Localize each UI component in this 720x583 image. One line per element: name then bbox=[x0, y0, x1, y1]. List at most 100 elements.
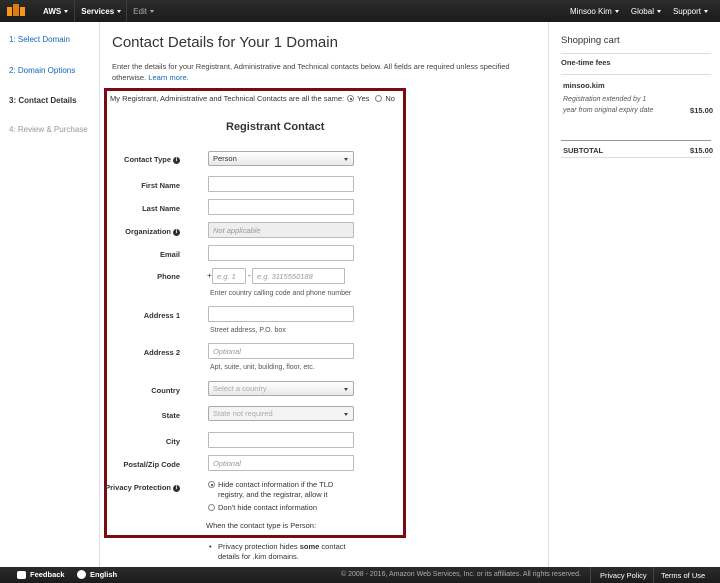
phone-number-input[interactable]: e.g. 3115550188 bbox=[252, 268, 345, 284]
cart-divider bbox=[561, 140, 711, 141]
city-input[interactable] bbox=[208, 432, 354, 448]
privacy-bullet-pre: Privacy protection hides bbox=[218, 542, 300, 551]
contact-type-label-text: Contact Type bbox=[124, 155, 171, 164]
organization-label: Organization i bbox=[85, 227, 180, 236]
chevron-down-icon bbox=[656, 9, 661, 13]
same-no-label[interactable]: No bbox=[385, 94, 395, 103]
privacy-policy-link[interactable]: Privacy Policy bbox=[600, 571, 647, 580]
contact-type-value: Person bbox=[213, 154, 237, 163]
terms-of-use-link[interactable]: Terms of Use bbox=[661, 571, 705, 580]
user-menu[interactable]: Minsoo Kim bbox=[570, 7, 619, 16]
step-contact-details: 3: Contact Details bbox=[9, 96, 77, 105]
country-select[interactable]: Select a country bbox=[208, 381, 354, 396]
support-menu-label: Support bbox=[672, 6, 701, 16]
copyright: © 2008 - 2016, Amazon Web Services, Inc.… bbox=[341, 571, 581, 578]
cart-divider bbox=[561, 157, 711, 158]
city-label: City bbox=[165, 437, 180, 446]
top-nav: AWS Services Edit Minsoo Kim Global Supp… bbox=[0, 0, 720, 22]
step-review-purchase: 4: Review & Purchase bbox=[9, 125, 88, 134]
cart-subtotal-label: SUBTOTAL bbox=[563, 146, 604, 155]
step-domain-options[interactable]: 2: Domain Options bbox=[9, 66, 75, 75]
footer-divider bbox=[590, 567, 591, 583]
footer-divider bbox=[653, 567, 654, 583]
cart-item-desc: Registration extended by 1 year from ori… bbox=[563, 96, 654, 114]
chevron-down-icon bbox=[344, 413, 348, 416]
edit-menu[interactable]: Edit bbox=[133, 7, 154, 16]
privacy-hide-label[interactable]: Hide contact information if the TLD regi… bbox=[218, 480, 348, 500]
same-contacts-label: My Registrant, Administrative and Techni… bbox=[110, 94, 345, 103]
privacy-bullet: Privacy protection hides some contact de… bbox=[209, 542, 368, 562]
cart-title: Shopping cart bbox=[561, 35, 620, 46]
same-no-radio[interactable] bbox=[375, 95, 383, 102]
contact-type-label: Contact Type i bbox=[85, 155, 180, 164]
user-menu-label: Minsoo Kim bbox=[570, 6, 612, 16]
region-menu-label: Global bbox=[630, 6, 654, 16]
first-name-input[interactable] bbox=[208, 176, 354, 192]
cart-domain: minsoo.kim bbox=[563, 81, 605, 90]
same-yes-label[interactable]: Yes bbox=[357, 94, 369, 103]
address1-label: Address 1 bbox=[143, 311, 180, 320]
edit-menu-label: Edit bbox=[133, 6, 147, 16]
email-input[interactable] bbox=[208, 245, 354, 261]
aws-cube-icon[interactable] bbox=[7, 4, 25, 18]
feedback-icon bbox=[17, 570, 26, 579]
privacy-hide-radio[interactable] bbox=[208, 481, 215, 488]
step-select-domain[interactable]: 1: Select Domain bbox=[9, 35, 70, 44]
privacy-hide-option[interactable]: Hide contact information if the TLD regi… bbox=[208, 480, 348, 500]
state-select: State not required bbox=[208, 406, 354, 421]
contact-type-select[interactable]: Person bbox=[208, 151, 354, 166]
postal-code-input[interactable]: Optional bbox=[208, 455, 354, 471]
phone-dash: - bbox=[248, 271, 251, 280]
aws-menu-label: AWS bbox=[43, 6, 62, 16]
address2-input[interactable]: Optional bbox=[208, 343, 354, 359]
services-menu[interactable]: Services bbox=[81, 6, 122, 16]
privacy-protection-label-text: Privacy Protection bbox=[105, 483, 171, 492]
country-label: Country bbox=[151, 386, 180, 395]
language-button[interactable]: English bbox=[77, 570, 117, 579]
phone-country-code-input[interactable]: e.g. 1 bbox=[212, 268, 246, 284]
address1-input[interactable] bbox=[208, 306, 354, 322]
privacy-protection-label: Privacy Protection i bbox=[85, 483, 180, 492]
privacy-show-radio[interactable] bbox=[208, 504, 215, 511]
email-label: Email bbox=[159, 250, 180, 259]
feedback-button[interactable]: Feedback bbox=[17, 570, 65, 579]
learn-more-link[interactable]: Learn more. bbox=[148, 73, 188, 82]
chevron-down-icon bbox=[344, 158, 348, 161]
feedback-label: Feedback bbox=[30, 570, 65, 579]
last-name-input[interactable] bbox=[208, 199, 354, 215]
support-menu[interactable]: Support bbox=[673, 7, 708, 16]
phone-plus-sign: + bbox=[207, 271, 212, 280]
chevron-down-icon bbox=[117, 9, 122, 13]
nav-divider bbox=[74, 0, 76, 22]
cart-fees-heading: One-time fees bbox=[561, 58, 611, 67]
info-icon[interactable]: i bbox=[173, 156, 180, 164]
cart-divider bbox=[561, 53, 711, 54]
country-placeholder: Select a country bbox=[213, 384, 267, 393]
state-placeholder: State not required bbox=[213, 409, 273, 418]
services-menu-label: Services bbox=[81, 6, 115, 16]
address2-hint: Apt, suite, unit, building, floor, etc. bbox=[210, 364, 315, 371]
address1-hint: Street address, P.O. box bbox=[210, 327, 286, 334]
privacy-show-option[interactable]: Don't hide contact information bbox=[208, 503, 317, 513]
organization-input: Not applicable bbox=[208, 222, 354, 238]
aws-menu[interactable]: AWS bbox=[43, 6, 69, 16]
chevron-down-icon bbox=[704, 9, 708, 13]
chevron-down-icon bbox=[64, 9, 69, 13]
same-contacts-question: My Registrant, Administrative and Techni… bbox=[110, 94, 395, 103]
info-icon[interactable]: i bbox=[173, 484, 180, 492]
intro-text: Enter the details for your Registrant, A… bbox=[112, 61, 537, 83]
registrant-contact-heading: Registrant Contact bbox=[226, 121, 325, 133]
same-yes-radio[interactable] bbox=[347, 95, 355, 102]
cart-item-price: $15.00 bbox=[690, 106, 713, 115]
globe-icon bbox=[77, 570, 86, 579]
region-menu[interactable]: Global bbox=[631, 7, 661, 16]
footer: Feedback English © 2008 - 2016, Amazon W… bbox=[0, 567, 720, 583]
privacy-note: When the contact type is Person: bbox=[206, 521, 317, 530]
cart-subtotal-value: $15.00 bbox=[690, 146, 713, 155]
last-name-label: Last Name bbox=[142, 204, 180, 213]
organization-label-text: Organization bbox=[125, 227, 171, 236]
privacy-show-label[interactable]: Don't hide contact information bbox=[218, 503, 317, 513]
shopping-cart: Shopping cart One-time fees minsoo.kim R… bbox=[548, 22, 720, 567]
info-icon[interactable]: i bbox=[173, 228, 180, 236]
first-name-label: First Name bbox=[141, 181, 180, 190]
